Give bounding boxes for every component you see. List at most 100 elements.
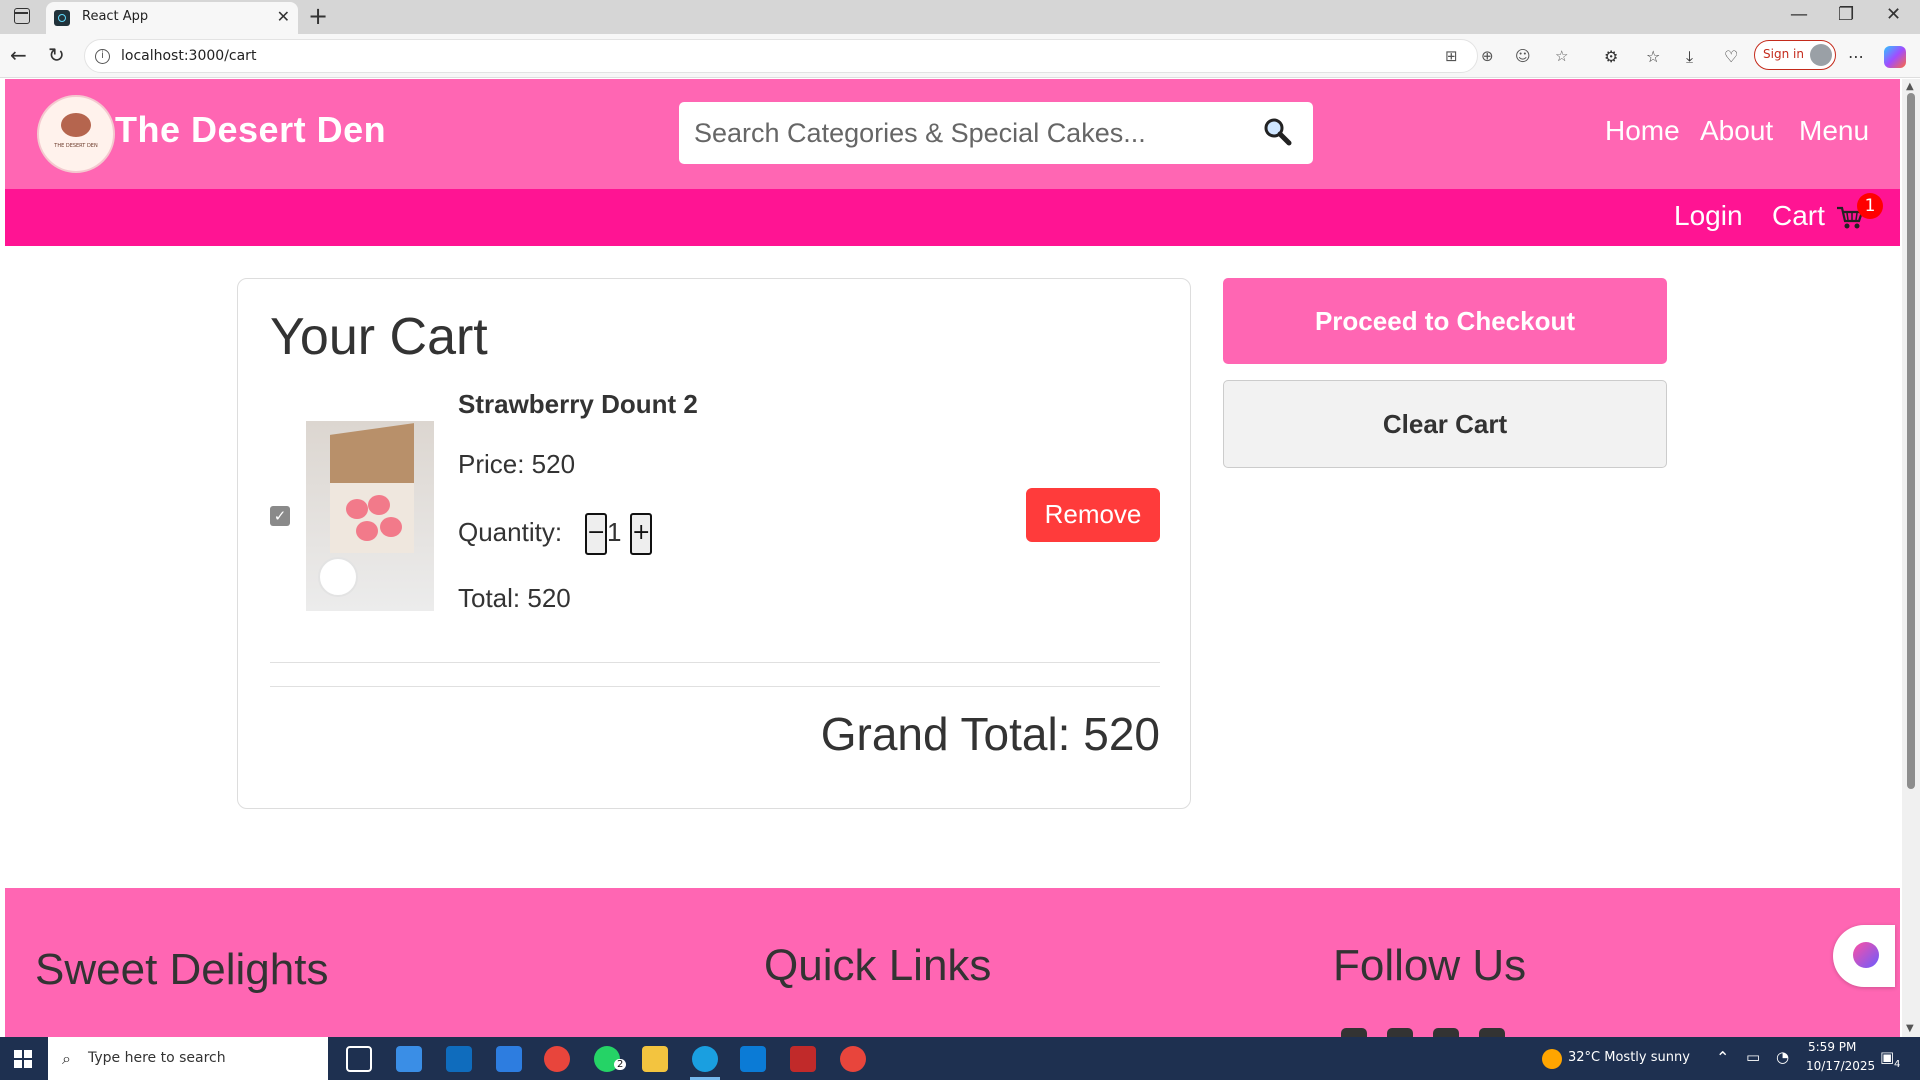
remove-button[interactable]: Remove bbox=[1026, 488, 1160, 542]
item-price: Price: 520 bbox=[458, 449, 576, 479]
scroll-up-icon[interactable]: ▲ bbox=[1906, 81, 1914, 92]
page-title: Your Cart bbox=[270, 308, 488, 366]
more-options-icon[interactable]: ⋯ bbox=[1848, 47, 1864, 66]
site-footer: Sweet Delights Quick Links Follow Us bbox=[5, 888, 1900, 1037]
scrollbar-thumb[interactable] bbox=[1907, 93, 1915, 789]
favorites-icon[interactable]: ☆ bbox=[1646, 47, 1660, 66]
react-favicon-icon bbox=[54, 10, 70, 26]
brand-name[interactable]: The Desert Den bbox=[115, 109, 386, 151]
edge-icon[interactable] bbox=[692, 1046, 718, 1072]
search-box bbox=[679, 102, 1313, 164]
quantity-label: Quantity: bbox=[458, 517, 563, 547]
battery-icon[interactable]: ▭ bbox=[1746, 1048, 1760, 1066]
new-tab-icon[interactable]: + bbox=[308, 2, 328, 30]
box-base-shape bbox=[330, 483, 414, 553]
cart-count-badge: 1 bbox=[1857, 193, 1883, 219]
sign-in-label: Sign in bbox=[1763, 47, 1804, 61]
item-select-checkbox[interactable]: ✓ bbox=[270, 506, 290, 526]
proceed-to-checkout-button[interactable]: Proceed to Checkout bbox=[1223, 278, 1667, 364]
chatbot-button[interactable] bbox=[1833, 925, 1895, 987]
increment-button[interactable]: + bbox=[630, 513, 652, 555]
donut-shape bbox=[356, 521, 378, 541]
footer-heading-quick-links: Quick Links bbox=[764, 941, 992, 990]
extensions-icon[interactable]: ⚙ bbox=[1604, 47, 1618, 66]
window-close-icon[interactable]: ✕ bbox=[1886, 4, 1901, 25]
youtube-icon[interactable] bbox=[1479, 1028, 1505, 1037]
file-explorer-icon[interactable] bbox=[642, 1046, 668, 1072]
tray-chevron-up-icon[interactable]: ⌃ bbox=[1716, 1048, 1729, 1067]
url-text[interactable]: localhost:3000/cart bbox=[121, 48, 256, 64]
page-viewport: THE DESERT DEN The Desert Den Home About… bbox=[5, 79, 1900, 1037]
item-divider bbox=[270, 662, 1160, 663]
vscode-icon[interactable] bbox=[740, 1046, 766, 1072]
sub-header: Login Cart 1 bbox=[5, 189, 1900, 246]
sign-in-button[interactable]: Sign in bbox=[1754, 40, 1836, 70]
search-icon[interactable] bbox=[1262, 116, 1292, 146]
microsoft-store-icon[interactable] bbox=[396, 1046, 422, 1072]
clock-date[interactable]: 10/17/2025 bbox=[1806, 1059, 1875, 1073]
quantity-value: 1 bbox=[607, 517, 622, 547]
notification-count: 4 bbox=[1894, 1059, 1901, 1070]
copilot-icon[interactable] bbox=[1884, 46, 1906, 68]
scroll-down-icon[interactable]: ▼ bbox=[1906, 1023, 1914, 1034]
grand-total: Grand Total: 520 bbox=[820, 708, 1160, 760]
clear-cart-button[interactable]: Clear Cart bbox=[1223, 380, 1667, 468]
outlook-icon[interactable] bbox=[446, 1046, 472, 1072]
reading-mode-icon[interactable]: ☺ bbox=[1515, 47, 1531, 65]
search-input[interactable] bbox=[679, 102, 1239, 164]
reload-icon[interactable]: ↻ bbox=[48, 43, 65, 67]
minimize-icon[interactable]: — bbox=[1790, 4, 1808, 25]
tab-close-icon[interactable]: ✕ bbox=[277, 7, 290, 26]
media-app-icon[interactable] bbox=[790, 1046, 816, 1072]
back-icon[interactable]: ← bbox=[10, 43, 27, 67]
downloads-icon[interactable]: ⤓ bbox=[1686, 47, 1693, 67]
wifi-icon[interactable]: ◔ bbox=[1776, 1048, 1789, 1066]
browser-tab[interactable]: React App ✕ bbox=[46, 2, 298, 34]
taskbar-search[interactable]: ⌕ Type here to search bbox=[48, 1037, 328, 1080]
login-link[interactable]: Login bbox=[1674, 200, 1743, 232]
page-scrollbar[interactable]: ▲ ▼ bbox=[1902, 79, 1920, 1037]
zoom-icon[interactable]: ⊕ bbox=[1481, 47, 1494, 65]
chrome-profile-icon[interactable] bbox=[840, 1046, 866, 1072]
paint-icon[interactable] bbox=[496, 1046, 522, 1072]
twitter-icon[interactable] bbox=[1433, 1028, 1459, 1037]
tab-actions-icon[interactable] bbox=[14, 8, 30, 24]
tab-title: React App bbox=[82, 9, 149, 24]
notification-icon[interactable]: ▣ bbox=[1880, 1048, 1894, 1066]
nav-about[interactable]: About bbox=[1700, 115, 1773, 147]
weather-sun-icon[interactable] bbox=[1542, 1049, 1562, 1069]
browser-tab-bar: React App ✕ + — ❐ ✕ bbox=[0, 0, 1920, 34]
task-view-icon[interactable] bbox=[346, 1046, 372, 1072]
plate-shape bbox=[318, 557, 358, 597]
cart-link[interactable]: Cart bbox=[1772, 200, 1825, 232]
product-image[interactable] bbox=[306, 421, 434, 611]
weather-text[interactable]: 32°C Mostly sunny bbox=[1568, 1050, 1690, 1065]
instagram-icon[interactable] bbox=[1387, 1028, 1413, 1037]
nav-home[interactable]: Home bbox=[1605, 115, 1680, 147]
logo-text: THE DESERT DEN bbox=[54, 143, 98, 149]
taskbar-search-placeholder: Type here to search bbox=[88, 1050, 226, 1066]
total-divider bbox=[270, 686, 1160, 687]
windows-start-icon[interactable] bbox=[14, 1050, 32, 1068]
item-total: Total: 520 bbox=[458, 583, 571, 613]
restore-icon[interactable]: ❐ bbox=[1838, 4, 1854, 25]
url-field[interactable]: i localhost:3000/cart ⊞ ⊕ ☺ ☆ bbox=[84, 39, 1568, 73]
windows-taskbar: ⌕ Type here to search 2 32°C Mostly sunn… bbox=[0, 1037, 1920, 1080]
app-available-icon[interactable]: ⊞ bbox=[1445, 47, 1458, 65]
footer-heading-sweet-delights: Sweet Delights bbox=[35, 945, 329, 994]
nav-menu[interactable]: Menu bbox=[1799, 115, 1869, 147]
chrome-icon[interactable] bbox=[544, 1046, 570, 1072]
address-bar-row: ← ↻ i localhost:3000/cart ⊞ ⊕ ☺ ☆ ⚙ ☆ ⤓ … bbox=[0, 34, 1920, 78]
brain-icon bbox=[1853, 942, 1879, 968]
site-info-icon[interactable]: i bbox=[95, 49, 110, 64]
cake-logo-icon bbox=[61, 113, 91, 137]
footer-heading-follow-us: Follow Us bbox=[1333, 941, 1527, 990]
facebook-icon[interactable] bbox=[1341, 1028, 1367, 1037]
site-logo[interactable]: THE DESERT DEN bbox=[37, 95, 115, 173]
donut-shape bbox=[368, 495, 390, 515]
favorite-star-icon[interactable]: ☆ bbox=[1555, 47, 1568, 65]
browser-essentials-icon[interactable]: ♡ bbox=[1724, 47, 1738, 66]
decrement-button[interactable]: − bbox=[585, 513, 607, 555]
clock-time[interactable]: 5:59 PM bbox=[1808, 1040, 1856, 1054]
item-name: Strawberry Dount 2 bbox=[458, 389, 698, 419]
